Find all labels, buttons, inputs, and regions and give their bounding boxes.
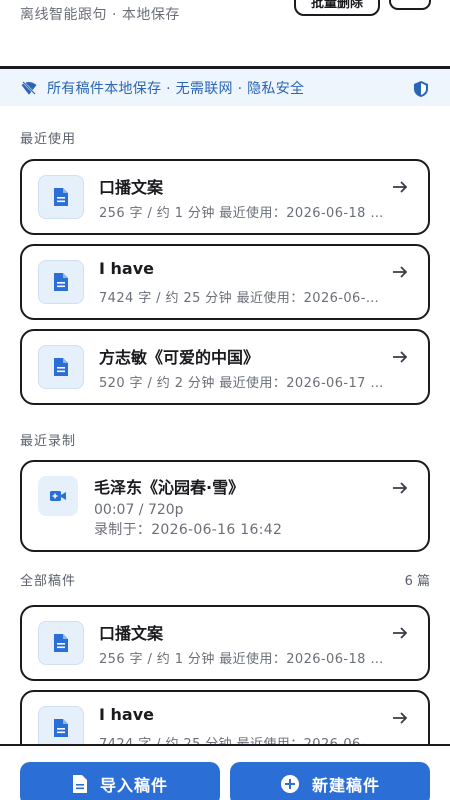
section-label-recent-used: 最近使用 (20, 132, 77, 147)
recording-duration: 00:07 / 720p (94, 502, 184, 518)
document-icon (38, 345, 84, 389)
shield-icon (414, 81, 428, 97)
arrow-right-icon (393, 351, 408, 363)
recent-draft-card[interactable]: I have 7424 字 / 约 25 分钟 最近使用：2026-06-… (20, 244, 430, 320)
import-draft-button[interactable]: 导入稿件 (20, 762, 220, 800)
draft-meta: 520 字 / 约 2 分钟 最近使用：2026-06-17 … (99, 376, 384, 391)
document-icon (38, 621, 84, 665)
document-icon (72, 775, 87, 793)
draft-meta: 7424 字 / 约 25 分钟 最近使用：2026-06-… (99, 733, 399, 744)
arrow-right-icon (393, 712, 408, 724)
arrow-right-icon (393, 482, 408, 494)
privacy-banner-text: 所有稿件本地保存 · 无需联网 · 隐私安全 (47, 81, 305, 97)
recording-date: 录制于：2026-06-16 16:42 (94, 522, 283, 538)
draft-card[interactable]: 口播文案 256 字 / 约 1 分钟 最近使用：2026-06-18 … (20, 605, 430, 681)
document-icon (38, 260, 84, 304)
add-circle-icon (280, 775, 299, 793)
app-header: 离线智能跟句 · 本地保存 批量删除 (0, 0, 450, 66)
arrow-right-icon (393, 266, 408, 278)
draft-title: 口播文案 (99, 178, 164, 197)
draft-card[interactable]: I have 7424 字 / 约 25 分钟 最近使用：2026-06-… (20, 690, 430, 744)
recent-draft-card[interactable]: 方志敏《可爱的中国》 520 字 / 约 2 分钟 最近使用：2026-06-1… (20, 329, 430, 405)
arrow-right-icon (393, 181, 408, 193)
wifi-off-icon (21, 81, 37, 95)
draft-count: 6 篇 (404, 574, 430, 589)
recording-card[interactable]: 毛泽东《沁园春·雪》 00:07 / 720p 录制于：2026-06-16 1… (20, 460, 430, 552)
recent-draft-card[interactable]: 口播文案 256 字 / 约 1 分钟 最近使用：2026-06-18 … (20, 159, 430, 235)
document-icon (38, 706, 84, 744)
new-draft-label: 新建稿件 (311, 776, 380, 795)
bottom-action-bar: 导入稿件 新建稿件 (0, 744, 450, 800)
app-subtitle: 离线智能跟句 · 本地保存 (20, 7, 180, 23)
document-icon (38, 175, 84, 219)
batch-delete-button[interactable]: 批量删除 (294, 0, 380, 16)
draft-meta: 7424 字 / 约 25 分钟 最近使用：2026-06-… (99, 291, 380, 306)
content-scroll[interactable]: 最近使用 口播文案 256 字 / 约 1 分钟 最近使用：2026-06-18… (0, 106, 450, 744)
arrow-right-icon (393, 627, 408, 639)
more-button[interactable] (389, 0, 431, 10)
video-icon (38, 476, 78, 516)
draft-title: I have (99, 705, 154, 724)
recording-title: 毛泽东《沁园春·雪》 (94, 478, 245, 497)
draft-title: 口播文案 (99, 624, 164, 643)
draft-meta: 256 字 / 约 1 分钟 最近使用：2026-06-18 … (99, 206, 384, 221)
privacy-banner: 所有稿件本地保存 · 无需联网 · 隐私安全 (0, 66, 450, 106)
section-label-recent-recordings: 最近录制 (20, 434, 77, 449)
new-draft-button[interactable]: 新建稿件 (230, 762, 430, 800)
draft-title: 方志敏《可爱的中国》 (99, 348, 260, 367)
import-draft-label: 导入稿件 (99, 776, 168, 795)
section-label-all-drafts: 全部稿件 (20, 574, 77, 589)
draft-title: I have (99, 259, 154, 278)
draft-meta: 256 字 / 约 1 分钟 最近使用：2026-06-18 … (99, 652, 384, 667)
